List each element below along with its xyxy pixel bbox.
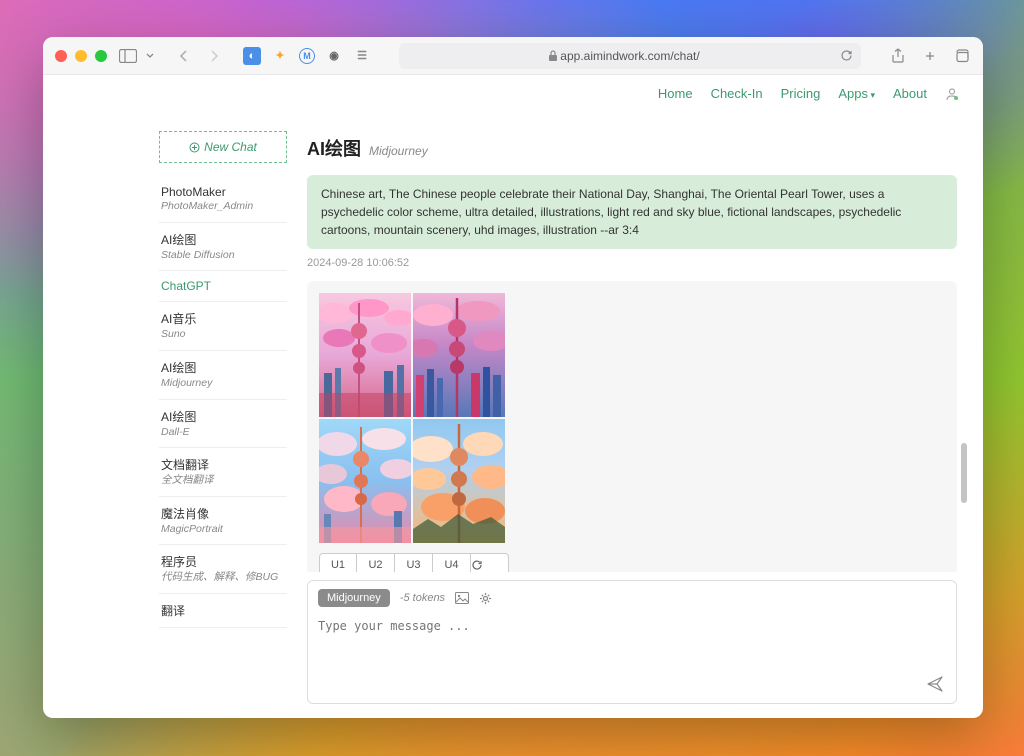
maximize-window-button[interactable] xyxy=(95,50,107,62)
message-timestamp: 2024-09-28 10:06:52 xyxy=(307,257,957,269)
minimize-window-button[interactable] xyxy=(75,50,87,62)
nav-pricing[interactable]: Pricing xyxy=(781,86,821,101)
user-icon[interactable] xyxy=(945,87,959,101)
plus-circle-icon xyxy=(189,142,200,153)
scrollbar-thumb[interactable] xyxy=(961,443,967,503)
generated-image-4[interactable] xyxy=(413,419,505,543)
chat-panel: AI绘图 Midjourney Chinese art, The Chinese… xyxy=(287,113,967,718)
sidebar: New Chat PhotoMakerPhotoMaker_Admin AI绘图… xyxy=(159,113,287,718)
nav-about[interactable]: About xyxy=(893,86,927,101)
sidebar-item-doctrans[interactable]: 文档翻译全文档翻译 xyxy=(159,448,287,497)
nav-apps[interactable]: Apps xyxy=(838,86,875,101)
extension-icon-2[interactable]: ✦ xyxy=(271,47,289,65)
forward-button[interactable] xyxy=(205,47,223,65)
back-button[interactable] xyxy=(175,47,193,65)
url-bar[interactable]: app.aimindwork.com/chat/ xyxy=(399,43,861,69)
nav-checkin[interactable]: Check-In xyxy=(711,86,763,101)
user-prompt: Chinese art, The Chinese people celebrat… xyxy=(307,175,957,249)
reload-icon[interactable] xyxy=(840,49,853,62)
lock-icon xyxy=(548,50,558,62)
refresh-button[interactable] xyxy=(471,553,509,572)
new-chat-button[interactable]: New Chat xyxy=(159,131,287,163)
sidebar-item-dalle[interactable]: AI绘图Dall-E xyxy=(159,400,287,449)
sidebar-item-magicportrait[interactable]: 魔法肖像MagicPortrait xyxy=(159,497,287,546)
titlebar: ◐ ✦ M ◉ ☰ app.aimindwork.com/chat/ xyxy=(43,37,983,75)
u2-button[interactable]: U2 xyxy=(357,553,395,572)
generated-image-1[interactable] xyxy=(319,293,411,417)
message-input[interactable] xyxy=(318,619,946,647)
chat-title: AI绘图 xyxy=(307,135,361,161)
refresh-icon xyxy=(471,559,483,571)
u3-button[interactable]: U3 xyxy=(395,553,433,572)
sidebar-item-programmer[interactable]: 程序员代码生成、解释、修BUG xyxy=(159,545,287,594)
sidebar-item-translate[interactable]: 翻译 xyxy=(159,594,287,628)
chat-scroll[interactable]: Chinese art, The Chinese people celebrat… xyxy=(307,175,967,572)
u4-button[interactable]: U4 xyxy=(433,553,471,572)
image-grid xyxy=(319,293,505,543)
url-text: app.aimindwork.com/chat/ xyxy=(560,49,699,63)
extension-icon-3[interactable]: M xyxy=(299,48,315,64)
input-area: Midjourney -5 tokens xyxy=(307,580,957,704)
sidebar-item-midjourney[interactable]: AI绘图Midjourney xyxy=(159,351,287,400)
sidebar-item-suno[interactable]: AI音乐Suno xyxy=(159,302,287,351)
send-button[interactable] xyxy=(926,675,944,693)
sidebar-item-photomaker[interactable]: PhotoMakerPhotoMaker_Admin xyxy=(159,177,287,223)
close-window-button[interactable] xyxy=(55,50,67,62)
top-nav: Home Check-In Pricing Apps About xyxy=(43,75,983,113)
chat-subtitle: Midjourney xyxy=(369,144,428,158)
extension-icon-1[interactable]: ◐ xyxy=(243,47,261,65)
nav-home[interactable]: Home xyxy=(658,86,693,101)
generated-image-3[interactable] xyxy=(319,419,411,543)
model-tag[interactable]: Midjourney xyxy=(318,589,390,607)
extension-icon-5[interactable]: ☰ xyxy=(353,47,371,65)
generated-image-2[interactable] xyxy=(413,293,505,417)
sidebar-item-chatgpt[interactable]: ChatGPT xyxy=(159,271,287,302)
chat-header: AI绘图 Midjourney xyxy=(307,135,967,161)
new-chat-label: New Chat xyxy=(204,140,257,154)
image-upload-icon[interactable] xyxy=(455,592,469,604)
share-icon[interactable] xyxy=(889,47,907,65)
traffic-lights xyxy=(55,50,107,62)
send-icon xyxy=(926,675,944,693)
sidebar-toggle-icon[interactable] xyxy=(119,47,137,65)
settings-icon[interactable] xyxy=(479,592,492,605)
token-count: -5 tokens xyxy=(400,592,445,604)
sidebar-item-sd[interactable]: AI绘图Stable Diffusion xyxy=(159,223,287,272)
new-tab-icon[interactable] xyxy=(921,47,939,65)
browser-window: ◐ ✦ M ◉ ☰ app.aimindwork.com/chat/ xyxy=(43,37,983,718)
chevron-down-icon[interactable] xyxy=(141,47,159,65)
extension-icon-4[interactable]: ◉ xyxy=(325,47,343,65)
upscale-buttons: U1 U2 U3 U4 xyxy=(319,553,945,572)
tabs-icon[interactable] xyxy=(953,47,971,65)
result-box: U1 U2 U3 U4 xyxy=(307,281,957,572)
u1-button[interactable]: U1 xyxy=(319,553,357,572)
